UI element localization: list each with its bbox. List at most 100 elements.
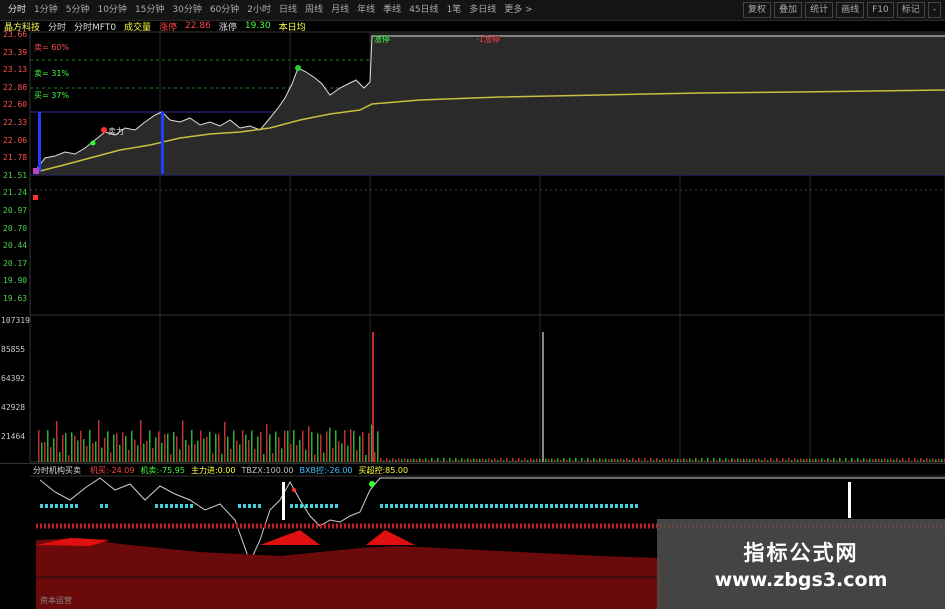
cyan-dash <box>470 504 473 508</box>
volume-bar <box>890 458 892 462</box>
volume-bar <box>314 454 316 462</box>
cyan-dash <box>400 504 403 508</box>
volume-bar <box>755 459 757 462</box>
indicator-bar: 分时机构买卖 机买:-24.09 机卖:-75.95 主力进:0.00 TBZX:10… <box>0 463 945 477</box>
cyan-dash <box>320 504 323 508</box>
volume-bar <box>677 458 679 462</box>
volume-bar <box>239 444 241 462</box>
volume-bar <box>311 432 313 462</box>
buy-line-label: 买= 37% <box>34 91 70 100</box>
cyan-dash <box>445 504 448 508</box>
flow-triangle-3 <box>366 530 415 545</box>
cyan-dash <box>165 504 168 508</box>
volume-bar <box>875 458 877 462</box>
volume-bar <box>488 458 490 462</box>
cyan-dash <box>510 504 513 508</box>
low-marker <box>33 195 38 200</box>
volume-bar <box>671 459 673 462</box>
cyan-dash <box>440 504 443 508</box>
cyan-dash <box>65 504 68 508</box>
volume-bar <box>365 454 367 462</box>
volume-bar <box>122 432 124 462</box>
indicator-sell-dot <box>292 488 296 492</box>
volume-bar <box>449 458 451 462</box>
volume-bar <box>347 445 349 462</box>
cyan-dash <box>180 504 183 508</box>
volume-bar <box>521 460 523 462</box>
cross-label: 卖力 <box>108 127 124 136</box>
indicator-name[interactable]: 分时机构买卖 <box>30 465 84 476</box>
volume-bar <box>302 430 304 462</box>
volume-bar <box>518 458 520 462</box>
volume-bar <box>932 458 934 462</box>
volume-bar <box>623 459 625 462</box>
volume-axis-tick: 42928 <box>1 403 26 412</box>
volume-bar <box>74 435 76 462</box>
volume-bar <box>548 459 550 462</box>
watermark-url: www.zbgs3.com <box>714 569 888 591</box>
volume-bar <box>191 430 193 462</box>
volume-bar <box>545 458 547 462</box>
volume-bar <box>344 430 346 462</box>
volume-bar <box>83 439 85 462</box>
volume-bar <box>377 431 379 462</box>
volume-bar <box>881 459 883 462</box>
cyan-dash <box>540 504 543 508</box>
volume-bar <box>293 430 295 462</box>
volume-bar <box>557 458 559 462</box>
volume-bar <box>866 459 868 462</box>
volume-bar <box>476 458 478 462</box>
volume-bar <box>392 458 394 462</box>
volume-bar <box>863 458 865 462</box>
volume-bar <box>851 458 853 462</box>
volume-bar <box>761 459 763 462</box>
cyan-dash <box>185 504 188 508</box>
volume-bar <box>713 458 715 462</box>
volume-bar <box>413 458 415 462</box>
volume-bar <box>350 429 352 462</box>
volume-bar <box>281 448 283 462</box>
volume-bar <box>899 460 901 462</box>
volume-bar <box>341 443 343 462</box>
cyan-signal-dashes <box>40 504 638 508</box>
volume-bar <box>884 458 886 462</box>
volume-bar <box>794 458 796 462</box>
volume-bar <box>368 433 370 462</box>
volume-bar <box>566 460 568 462</box>
volume-bar <box>812 458 814 462</box>
indicator-values: 机买:-24.09 机卖:-75.95 主力进:0.00 TBZX:100.00 BXB… <box>84 465 414 476</box>
volume-bar <box>269 434 271 462</box>
volume-bar <box>467 458 469 462</box>
volume-bar <box>878 458 880 462</box>
volume-bar <box>734 459 736 462</box>
volume-bar <box>806 458 808 462</box>
volume-bar <box>65 433 67 462</box>
price-axis-tick: 23.13 <box>3 65 28 75</box>
volume-bar <box>140 420 142 462</box>
volume-bar <box>335 430 337 462</box>
volume-bar <box>857 458 859 462</box>
volume-bar <box>41 442 43 462</box>
price-axis-tick: 20.44 <box>3 241 28 251</box>
volume-bar <box>197 440 199 462</box>
cyan-dash <box>410 504 413 508</box>
volume-bar <box>641 460 643 462</box>
volume-bar <box>659 459 661 462</box>
volume-bar <box>872 459 874 462</box>
volume-bar <box>143 443 145 462</box>
volume-bar <box>254 449 256 462</box>
volume-bar <box>497 460 499 462</box>
volume-bar <box>656 458 658 462</box>
volume-bar <box>461 458 463 462</box>
volume-bar <box>914 458 916 462</box>
cyan-dash <box>610 504 613 508</box>
cyan-dash <box>315 504 318 508</box>
volume-bar <box>710 460 712 462</box>
volume-bar <box>155 437 157 462</box>
mid-line-label: 卖= 31% <box>34 69 70 78</box>
volume-bar <box>503 460 505 462</box>
volume-bar <box>683 458 685 462</box>
volume-bar <box>908 458 910 462</box>
volume-bar <box>767 460 769 462</box>
cyan-dash <box>50 504 53 508</box>
